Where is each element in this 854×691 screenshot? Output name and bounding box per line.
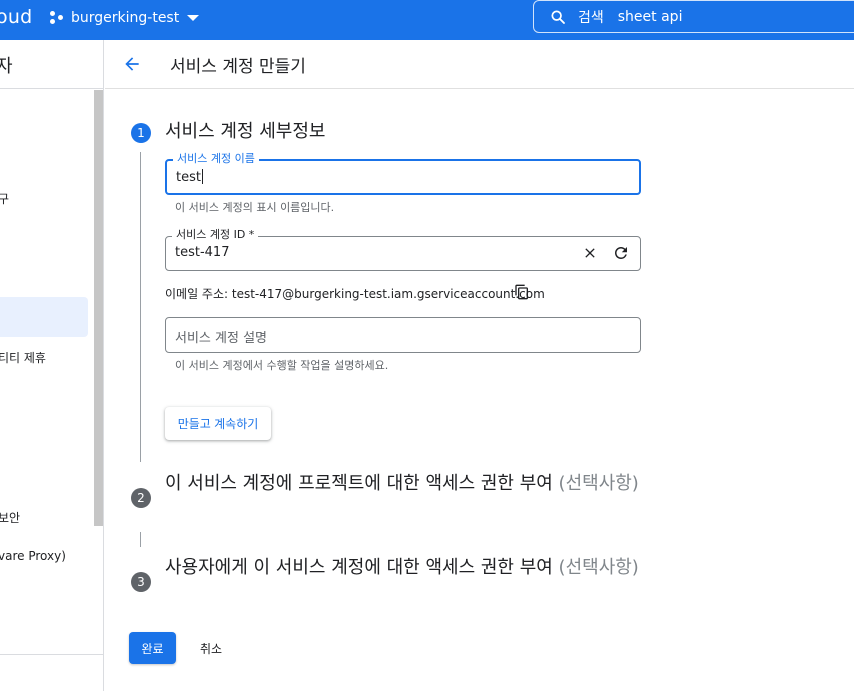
create-and-continue-button[interactable]: 만들고 계속하기 [165, 407, 271, 440]
left-nav: 자 구 티티 제휴 보안 vare Proxy) [0, 40, 104, 691]
service-account-description-input[interactable]: 서비스 계정 설명 [175, 327, 267, 346]
step-3-title-text: 사용자에게 이 서비스 계정에 대한 액세스 권한 부여 [165, 557, 553, 578]
brand-logo[interactable]: oud [0, 6, 32, 28]
nav-item[interactable]: 티티 제휴 [0, 349, 46, 366]
step-3-number: 3 [131, 572, 151, 592]
service-account-name-hint: 이 서비스 계정의 표시 이름입니다. [175, 201, 335, 214]
service-account-id-input[interactable]: test-417 [175, 245, 229, 260]
done-button[interactable]: 완료 [129, 632, 176, 664]
step-3-optional: (선택사항) [558, 557, 639, 578]
nav-item[interactable]: vare Proxy) [0, 549, 66, 563]
top-app-bar: oud burgerking-test 검색 sheet api [0, 0, 854, 40]
nav-item[interactable]: 보안 [0, 509, 20, 526]
refresh-icon[interactable] [612, 244, 630, 262]
nav-scrollbar[interactable] [94, 90, 103, 526]
search-bar[interactable]: 검색 sheet api [533, 0, 854, 33]
search-icon [551, 9, 565, 24]
clear-icon[interactable] [582, 245, 598, 261]
nav-bottom-divider [0, 654, 104, 655]
service-account-id-label: 서비스 계정 ID * [172, 228, 259, 242]
cancel-button[interactable]: 취소 [188, 632, 234, 664]
step-1-title: 서비스 계정 세부정보 [165, 121, 326, 142]
service-account-name-field[interactable]: 서비스 계정 이름 test [165, 152, 641, 195]
step-2-number: 2 [131, 488, 151, 508]
step-2-title-text: 이 서비스 계정에 프로젝트에 대한 액세스 권한 부여 [165, 473, 553, 494]
step-2-title[interactable]: 이 서비스 계정에 프로젝트에 대한 액세스 권한 부여 (선택사항) [165, 470, 645, 498]
nav-item[interactable]: 구 [0, 190, 9, 207]
step-1-number: 1 [131, 123, 151, 143]
dropdown-caret-icon [187, 15, 200, 21]
nav-title: 자 [0, 56, 13, 77]
step-connector [140, 532, 141, 547]
page-title: 서비스 계정 만들기 [170, 57, 306, 77]
step-3-title[interactable]: 사용자에게 이 서비스 계정에 대한 액세스 권한 부여 (선택사항) [165, 554, 645, 582]
nav-item-selected[interactable] [0, 297, 88, 337]
nav-divider [0, 88, 104, 89]
step-2-optional: (선택사항) [558, 473, 639, 494]
back-arrow-icon[interactable] [122, 54, 142, 74]
page-header: 서비스 계정 만들기 [105, 40, 854, 89]
search-input[interactable]: sheet api [618, 9, 683, 25]
project-selector[interactable]: burgerking-test [50, 0, 200, 36]
service-account-name-input[interactable]: test [176, 169, 203, 185]
search-label: 검색 [578, 9, 604, 26]
copy-icon[interactable] [514, 284, 530, 300]
project-name: burgerking-test [71, 10, 180, 26]
service-account-id-field[interactable]: 서비스 계정 ID * test-417 [165, 228, 641, 271]
service-account-name-label: 서비스 계정 이름 [173, 152, 259, 166]
project-icon [50, 11, 64, 25]
service-account-description-field[interactable]: 서비스 계정 설명 [165, 317, 641, 353]
service-account-description-hint: 이 서비스 계정에서 수행할 작업을 설명하세요. [175, 359, 389, 372]
email-address: 이메일 주소: test-417@burgerking-test.iam.gse… [165, 287, 545, 301]
step-connector [140, 152, 141, 462]
